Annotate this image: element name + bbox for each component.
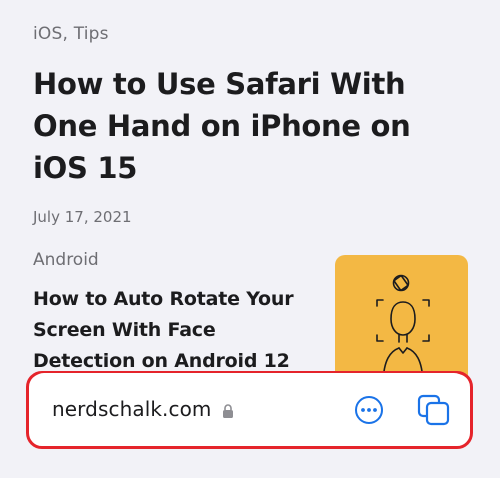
face-rotate-icon [376, 274, 430, 386]
article-category[interactable]: iOS, Tips [33, 22, 473, 46]
card-title[interactable]: How to Auto Rotate Your Screen With Face… [33, 284, 323, 377]
lock-icon [222, 403, 234, 418]
article-date: July 17, 2021 [33, 208, 132, 226]
featured-article[interactable]: iOS, Tips How to Use Safari With One Han… [33, 22, 473, 228]
safari-address-bar[interactable]: nerdschalk.com [30, 373, 468, 445]
ellipsis-circle-icon[interactable] [354, 395, 384, 425]
card-category[interactable]: Android [33, 248, 99, 272]
url-text[interactable]: nerdschalk.com [52, 395, 212, 423]
tabs-icon[interactable] [417, 394, 451, 426]
article-title[interactable]: How to Use Safari With One Hand on iPhon… [33, 63, 473, 189]
card-thumbnail[interactable] [335, 255, 468, 386]
related-article-card[interactable]: Android How to Auto Rotate Your Screen W… [33, 246, 473, 386]
